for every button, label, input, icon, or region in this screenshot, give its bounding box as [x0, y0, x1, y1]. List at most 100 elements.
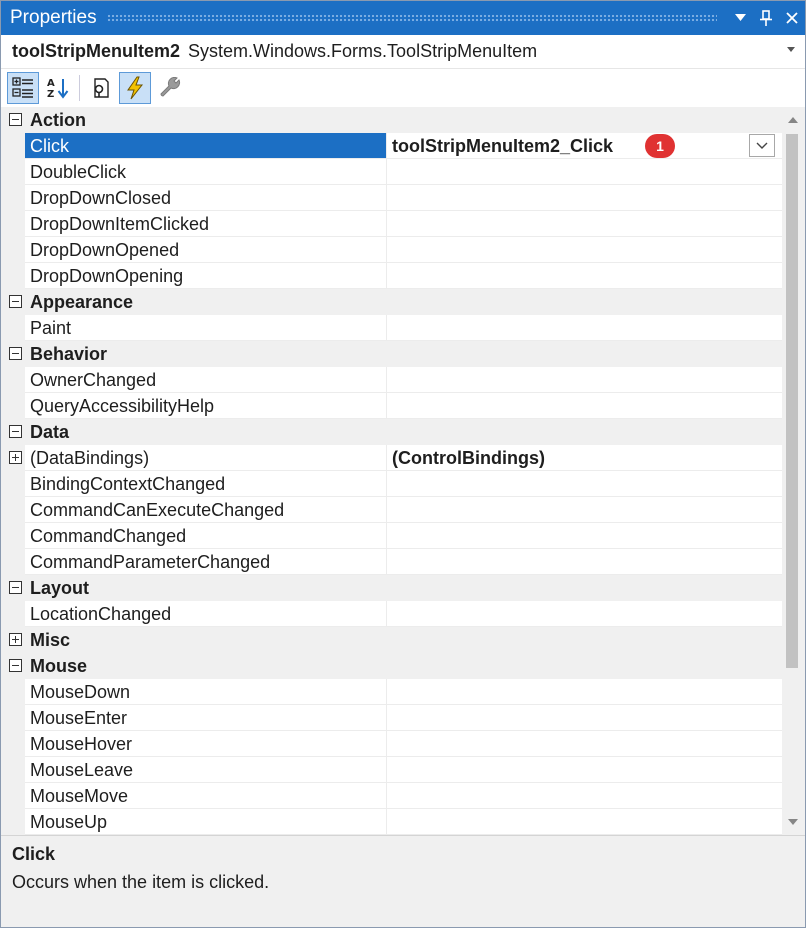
- event-row-dropdownopened[interactable]: DropDownOpened: [1, 237, 782, 263]
- handler-dropdown-button[interactable]: [749, 134, 775, 157]
- event-row-mousedown[interactable]: MouseDown: [1, 679, 782, 705]
- collapse-icon[interactable]: [9, 581, 22, 594]
- category-action[interactable]: Action: [1, 107, 782, 133]
- collapse-icon[interactable]: [9, 113, 22, 126]
- event-handler-value[interactable]: toolStripMenuItem2_Click 1: [387, 133, 782, 159]
- event-handler-value[interactable]: [387, 237, 782, 263]
- event-row-mouseleave[interactable]: MouseLeave: [1, 757, 782, 783]
- event-name: MouseUp: [25, 809, 387, 835]
- event-name: DropDownOpening: [25, 263, 387, 289]
- event-name: MouseMove: [25, 783, 387, 809]
- event-handler-value[interactable]: [387, 783, 782, 809]
- expand-icon[interactable]: [9, 633, 22, 646]
- chevron-down-icon: [756, 142, 768, 149]
- category-label: Behavior: [30, 344, 108, 364]
- event-row-click[interactable]: Click toolStripMenuItem2_Click 1: [1, 133, 782, 159]
- event-handler-value[interactable]: [387, 471, 782, 497]
- category-layout[interactable]: Layout: [1, 575, 782, 601]
- close-icon[interactable]: [779, 4, 805, 32]
- event-name: LocationChanged: [25, 601, 387, 627]
- expand-icon[interactable]: [9, 451, 22, 464]
- category-behavior[interactable]: Behavior: [1, 341, 782, 367]
- event-name: DropDownItemClicked: [25, 211, 387, 237]
- event-name: DropDownOpened: [25, 237, 387, 263]
- event-handler-value[interactable]: [387, 211, 782, 237]
- category-mouse[interactable]: Mouse: [1, 653, 782, 679]
- event-handler-value[interactable]: [387, 601, 782, 627]
- object-type: System.Windows.Forms.ToolStripMenuItem: [188, 41, 538, 61]
- collapse-icon[interactable]: [9, 425, 22, 438]
- event-handler-value[interactable]: [387, 809, 782, 835]
- event-row-paint[interactable]: Paint: [1, 315, 782, 341]
- step-badge: 1: [645, 134, 675, 158]
- event-name: CommandCanExecuteChanged: [25, 497, 387, 523]
- event-handler-value[interactable]: [387, 549, 782, 575]
- category-label: Appearance: [30, 292, 134, 312]
- window-title: Properties: [10, 7, 97, 28]
- collapse-icon[interactable]: [9, 347, 22, 360]
- categorized-button[interactable]: [7, 72, 39, 104]
- event-row-dropdownopening[interactable]: DropDownOpening: [1, 263, 782, 289]
- event-row-databindings[interactable]: (DataBindings) (ControlBindings): [1, 445, 782, 471]
- events-button[interactable]: [119, 72, 151, 104]
- event-handler-value[interactable]: [387, 367, 782, 393]
- event-handler-value[interactable]: [387, 497, 782, 523]
- event-row-mousehover[interactable]: MouseHover: [1, 731, 782, 757]
- event-handler-value[interactable]: [387, 393, 782, 419]
- event-name: OwnerChanged: [25, 367, 387, 393]
- event-row-commandchanged[interactable]: CommandChanged: [1, 523, 782, 549]
- window-menu-dropdown-icon[interactable]: [727, 4, 753, 32]
- event-row-mouseup[interactable]: MouseUp: [1, 809, 782, 835]
- event-name: QueryAccessibilityHelp: [25, 393, 387, 419]
- event-row-mouseenter[interactable]: MouseEnter: [1, 705, 782, 731]
- chevron-down-icon[interactable]: [787, 47, 795, 52]
- pin-icon[interactable]: [753, 4, 779, 32]
- category-label: Layout: [30, 578, 90, 598]
- event-row-dropdownitemclicked[interactable]: DropDownItemClicked: [1, 211, 782, 237]
- scrollbar-thumb[interactable]: [786, 134, 798, 668]
- event-row-queryaccessibilityhelp[interactable]: QueryAccessibilityHelp: [1, 393, 782, 419]
- event-handler-value[interactable]: [387, 263, 782, 289]
- svg-text:A: A: [47, 78, 55, 89]
- title-bar[interactable]: Properties: [1, 1, 805, 35]
- scroll-up-icon[interactable]: [788, 117, 798, 123]
- collapse-icon[interactable]: [9, 295, 22, 308]
- alphabetical-button[interactable]: A Z: [42, 72, 74, 104]
- event-row-commandcanexecutechanged[interactable]: CommandCanExecuteChanged: [1, 497, 782, 523]
- description-title: Click: [12, 844, 56, 864]
- event-handler-value[interactable]: [387, 757, 782, 783]
- scroll-down-icon[interactable]: [788, 819, 798, 825]
- collapse-icon[interactable]: [9, 659, 22, 672]
- event-handler-value[interactable]: [387, 679, 782, 705]
- vertical-scrollbar[interactable]: [782, 107, 805, 835]
- event-handler-text[interactable]: toolStripMenuItem2_Click: [392, 136, 613, 156]
- event-row-mousemove[interactable]: MouseMove: [1, 783, 782, 809]
- event-handler-value[interactable]: [387, 523, 782, 549]
- event-handler-value[interactable]: [387, 315, 782, 341]
- categorized-icon: [12, 77, 33, 98]
- category-appearance[interactable]: Appearance: [1, 289, 782, 315]
- event-handler-value[interactable]: [387, 731, 782, 757]
- event-name: BindingContextChanged: [25, 471, 387, 497]
- event-handler-value[interactable]: [387, 159, 782, 185]
- category-misc[interactable]: Misc: [1, 627, 782, 653]
- properties-icon: [94, 78, 109, 98]
- event-name: DoubleClick: [25, 159, 387, 185]
- event-handler-value[interactable]: [387, 705, 782, 731]
- event-name: CommandParameterChanged: [25, 549, 387, 575]
- object-selector[interactable]: toolStripMenuItem2 System.Windows.Forms.…: [1, 35, 805, 69]
- property-pages-button[interactable]: [154, 72, 186, 104]
- properties-button[interactable]: [84, 72, 116, 104]
- description-text: Occurs when the item is clicked.: [12, 872, 270, 892]
- drag-grip[interactable]: [106, 13, 717, 23]
- category-data[interactable]: Data: [1, 419, 782, 445]
- category-label: Misc: [30, 630, 71, 650]
- event-handler-value[interactable]: [387, 185, 782, 211]
- event-row-commandparameterchanged[interactable]: CommandParameterChanged: [1, 549, 782, 575]
- event-row-dropdownclosed[interactable]: DropDownClosed: [1, 185, 782, 211]
- property-value[interactable]: (ControlBindings): [387, 445, 782, 471]
- event-row-bindingcontextchanged[interactable]: BindingContextChanged: [1, 471, 782, 497]
- event-row-doubleclick[interactable]: DoubleClick: [1, 159, 782, 185]
- event-row-ownerchanged[interactable]: OwnerChanged: [1, 367, 782, 393]
- event-row-locationchanged[interactable]: LocationChanged: [1, 601, 782, 627]
